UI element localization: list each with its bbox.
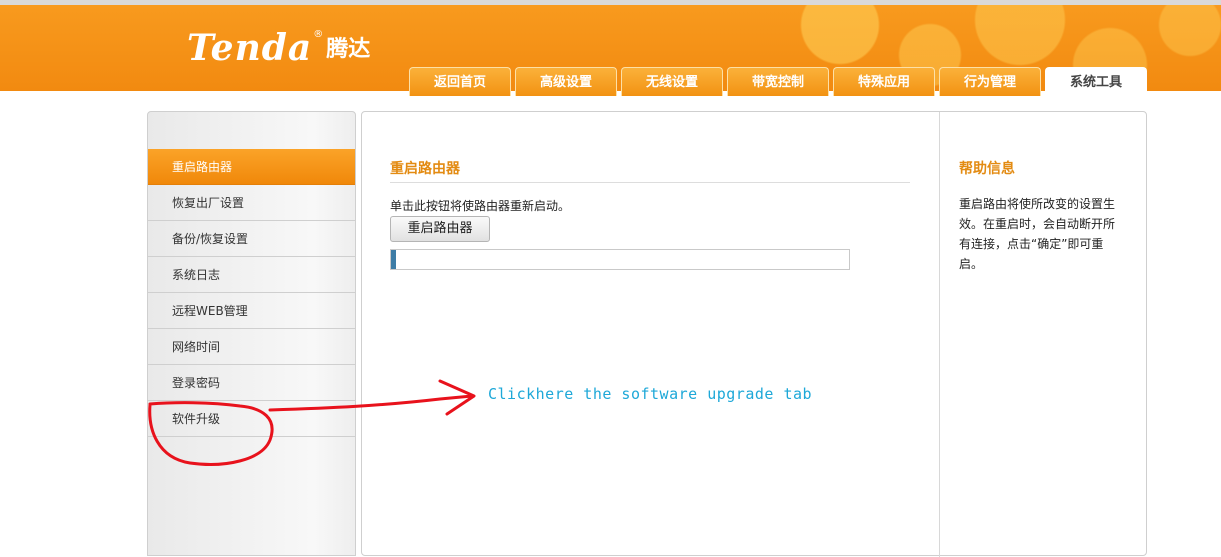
- annotation-scribble: [148, 379, 476, 466]
- annotation-circle: [148, 401, 274, 466]
- annotation-arrow: [268, 379, 476, 416]
- annotation-text: Clickhere the software upgrade tab: [488, 385, 813, 403]
